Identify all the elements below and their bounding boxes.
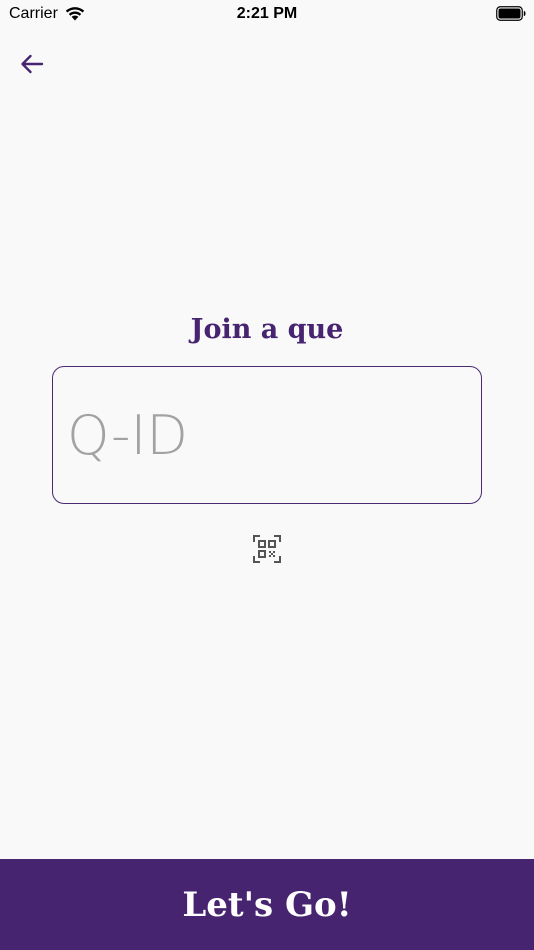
status-bar: Carrier 2:21 PM <box>0 0 534 28</box>
join-queue-screen: Carrier 2:21 PM Join a que Q-ID Let's Go… <box>0 0 534 950</box>
lets-go-button[interactable]: Let's Go! <box>0 859 534 950</box>
status-time: 2:21 PM <box>236 5 298 22</box>
page-title: Join a que <box>190 314 344 345</box>
qr-scan-icon <box>253 535 281 563</box>
qid-input[interactable] <box>67 367 467 503</box>
lets-go-label: Let's Go! <box>182 884 352 925</box>
battery-icon <box>496 6 526 21</box>
qr-scan-button[interactable] <box>253 535 281 563</box>
qid-field-container[interactable] <box>52 366 482 504</box>
arrow-left-icon <box>21 54 44 74</box>
back-button[interactable] <box>16 48 48 80</box>
